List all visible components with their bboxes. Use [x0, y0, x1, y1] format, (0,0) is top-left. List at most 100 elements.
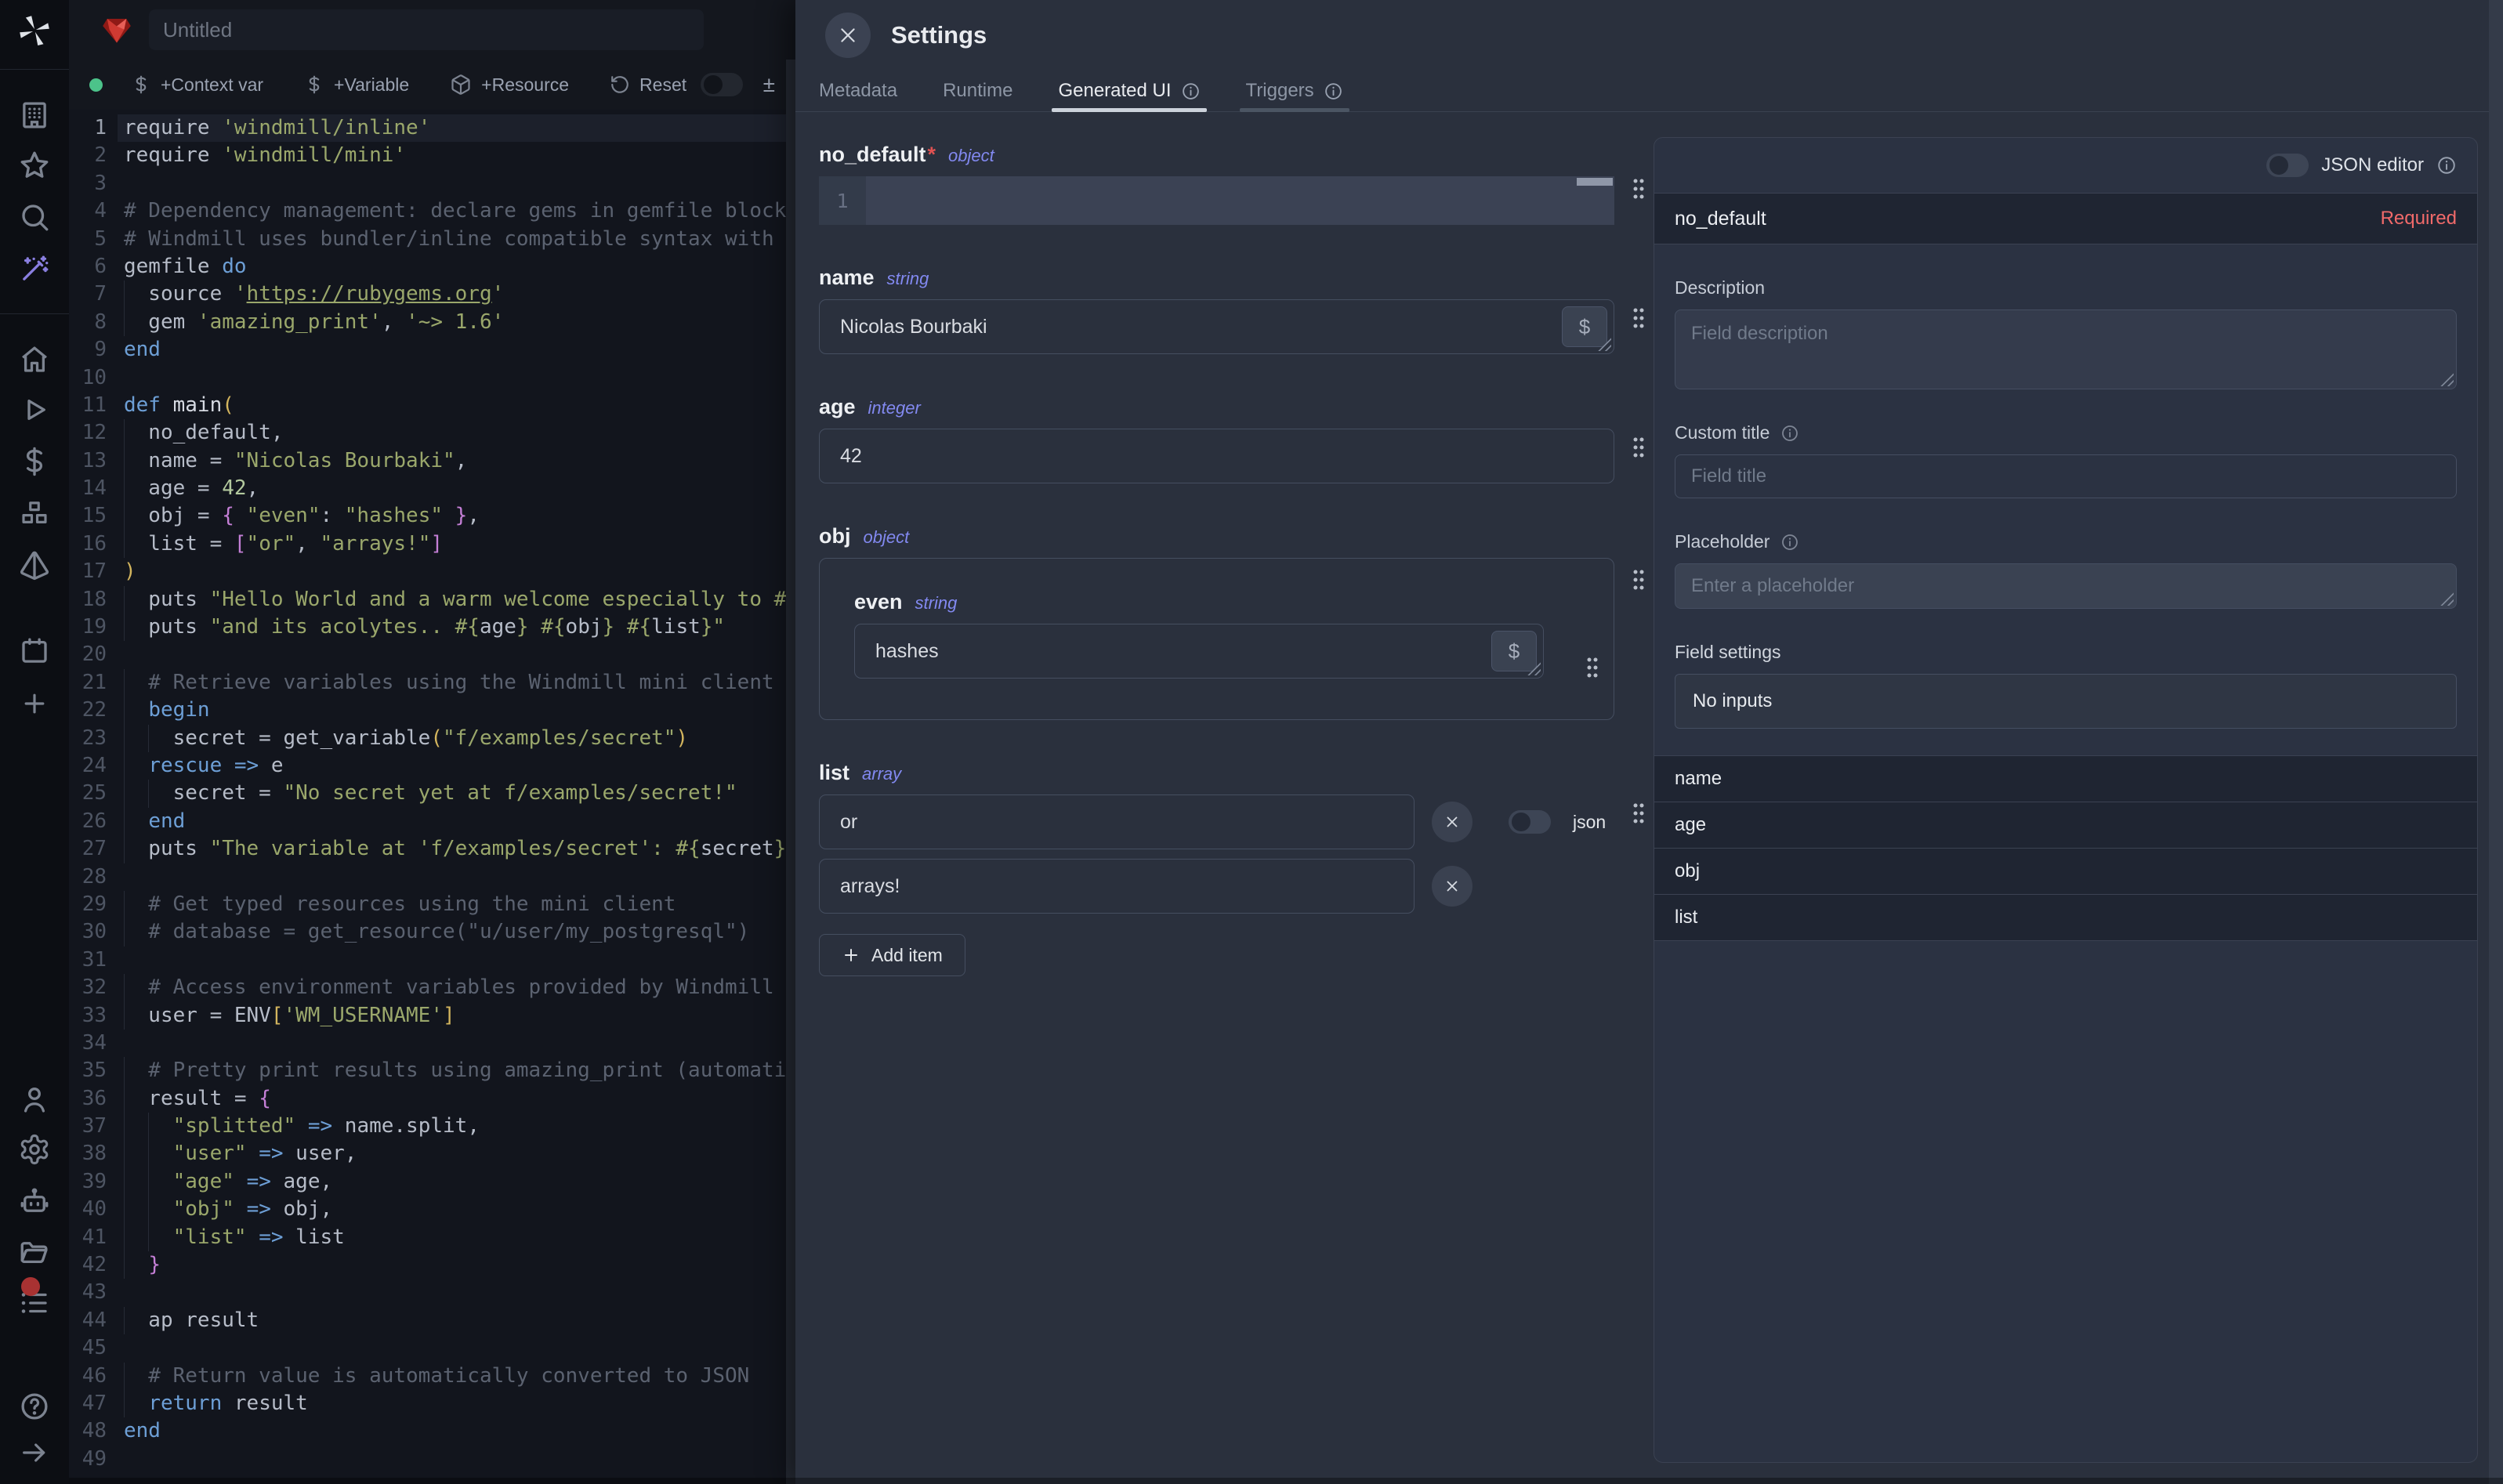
code-line[interactable]: 10 [69, 364, 795, 392]
remove-item-button[interactable] [1432, 866, 1472, 907]
code-line[interactable]: 13 name = "Nicolas Bourbaki", [69, 447, 795, 475]
tab-triggers[interactable]: Triggers [1246, 71, 1343, 111]
code-line[interactable]: 6gemfile do [69, 253, 795, 281]
code-line[interactable]: 41 "list" => list [69, 1224, 795, 1251]
drag-handle[interactable] [1632, 177, 1646, 201]
code-line[interactable]: 36 result = { [69, 1085, 795, 1113]
code-line[interactable]: 8 gem 'amazing_print', '~> 1.6' [69, 309, 795, 336]
list-item-input[interactable]: or [819, 794, 1415, 849]
resize-handle[interactable] [2440, 592, 2454, 606]
field-row-obj[interactable]: obj [1654, 848, 2477, 894]
insert-variable-button[interactable]: $ [1562, 306, 1607, 347]
even-input[interactable]: hashes $ [854, 624, 1544, 679]
code-line[interactable]: 33 user = ENV['WM_USERNAME'] [69, 1002, 795, 1030]
resize-handle[interactable] [2440, 373, 2454, 386]
code-line[interactable]: 43 [69, 1279, 795, 1306]
editor-scroll-chip[interactable] [1577, 178, 1613, 186]
code-line[interactable]: 34 [69, 1030, 795, 1057]
placeholder-input[interactable]: Enter a placeholder [1675, 563, 2457, 609]
add-context-var-button[interactable]: +Context var [131, 74, 263, 96]
windmill-logo-icon[interactable] [0, 13, 69, 49]
code-line[interactable]: 1require 'windmill/inline' [69, 114, 795, 142]
description-textarea[interactable]: Field description [1675, 309, 2457, 389]
sidebar-item-help[interactable] [0, 1390, 69, 1423]
code-line[interactable]: 23 secret = get_variable("f/examples/sec… [69, 725, 795, 752]
code-editor[interactable]: 1require 'windmill/inline'2require 'wind… [69, 110, 795, 1484]
code-line[interactable]: 7 source 'https://rubygems.org' [69, 281, 795, 308]
code-line[interactable]: 18 puts "Hello World and a warm welcome … [69, 586, 795, 614]
sidebar-item-favorites[interactable] [0, 149, 69, 182]
list-item-input[interactable]: arrays! [819, 859, 1415, 914]
sidebar-item-workers[interactable] [0, 1185, 69, 1218]
diff-mode-label[interactable]: ± [763, 72, 775, 97]
code-line[interactable]: 4# Dependency management: declare gems i… [69, 197, 795, 225]
code-line[interactable]: 17) [69, 558, 795, 585]
custom-title-input[interactable]: Field title [1675, 454, 2457, 498]
code-line[interactable]: 28 [69, 863, 795, 891]
sidebar-item-folders[interactable] [0, 1236, 69, 1269]
code-line[interactable]: 19 puts "and its acolytes.. #{age} #{obj… [69, 614, 795, 641]
code-line[interactable]: 20 [69, 641, 795, 668]
add-item-button[interactable]: Add item [819, 934, 965, 976]
object-json-editor[interactable]: 1 [819, 176, 1614, 225]
tab-metadata[interactable]: Metadata [819, 71, 897, 111]
code-line[interactable]: 44 ap result [69, 1307, 795, 1334]
sidebar-item-variables[interactable] [0, 445, 69, 478]
modal-scrollbar[interactable] [2489, 0, 2503, 1484]
diff-toggle[interactable] [701, 73, 743, 96]
code-line[interactable]: 16 list = ["or", "arrays!"] [69, 530, 795, 558]
field-row-name[interactable]: name [1654, 755, 2477, 802]
close-button[interactable] [825, 13, 871, 58]
sidebar-item-schedules[interactable] [0, 548, 69, 581]
sidebar-item-settings[interactable] [0, 1133, 69, 1166]
age-input[interactable]: 42 [819, 429, 1614, 483]
insert-variable-button[interactable]: $ [1491, 631, 1537, 671]
code-line[interactable]: 25 secret = "No secret yet at f/examples… [69, 780, 795, 807]
drag-handle[interactable] [1632, 436, 1646, 459]
code-line[interactable]: 30 # database = get_resource("u/user/my_… [69, 918, 795, 946]
drag-handle[interactable] [1632, 802, 1646, 825]
code-line[interactable]: 3 [69, 170, 795, 197]
sidebar-item-expand[interactable] [0, 1437, 69, 1468]
drag-handle[interactable] [1632, 568, 1646, 592]
add-resource-button[interactable]: +Resource [450, 74, 569, 96]
code-line[interactable]: 14 age = 42, [69, 475, 795, 502]
sidebar-item-home[interactable] [0, 343, 69, 376]
code-line[interactable]: 42 } [69, 1251, 795, 1279]
field-row-age[interactable]: age [1654, 802, 2477, 848]
code-line[interactable]: 37 "splitted" => name.split, [69, 1113, 795, 1140]
sidebar-item-user[interactable] [0, 1083, 69, 1116]
sidebar-item-search[interactable] [0, 201, 69, 233]
code-line[interactable]: 31 [69, 947, 795, 974]
code-line[interactable]: 45 [69, 1334, 795, 1362]
json-editor-toggle[interactable] [2266, 154, 2309, 177]
code-line[interactable]: 49 [69, 1446, 795, 1473]
reset-button[interactable]: Reset [610, 74, 686, 96]
code-line[interactable]: 38 "user" => user, [69, 1140, 795, 1167]
sidebar-item-runs[interactable] [0, 393, 69, 426]
code-line[interactable]: 2require 'windmill/mini' [69, 142, 795, 169]
code-line[interactable]: 21 # Retrieve variables using the Windmi… [69, 669, 795, 697]
script-title-input[interactable]: Untitled [149, 9, 704, 50]
code-line[interactable]: 40 "obj" => obj, [69, 1196, 795, 1223]
code-line[interactable]: 12 no_default, [69, 419, 795, 447]
sidebar-item-workspace[interactable] [0, 99, 69, 132]
code-line[interactable]: 48end [69, 1417, 795, 1445]
code-line[interactable]: 11def main( [69, 392, 795, 419]
code-line[interactable]: 27 puts "The variable at 'f/examples/sec… [69, 835, 795, 863]
selected-field-header[interactable]: no_default Required [1654, 193, 2477, 244]
sidebar-item-ai[interactable] [0, 252, 69, 285]
code-line[interactable]: 15 obj = { "even": "hashes" }, [69, 502, 795, 530]
sidebar-item-add[interactable] [0, 688, 69, 719]
tab-generated-ui[interactable]: Generated UI [1058, 71, 1200, 111]
code-line[interactable]: 5# Windmill uses bundler/inline compatib… [69, 226, 795, 253]
code-line[interactable]: 26 end [69, 808, 795, 835]
editor-scrollbar[interactable] [786, 60, 795, 1484]
code-line[interactable]: 39 "age" => age, [69, 1168, 795, 1196]
code-line[interactable]: 29 # Get typed resources using the mini … [69, 891, 795, 918]
tab-runtime[interactable]: Runtime [943, 71, 1012, 111]
code-line[interactable]: 35 # Pretty print results using amazing_… [69, 1057, 795, 1084]
code-line[interactable]: 24 rescue => e [69, 752, 795, 780]
field-row-list[interactable]: list [1654, 894, 2477, 941]
code-line[interactable]: 47 return result [69, 1390, 795, 1417]
